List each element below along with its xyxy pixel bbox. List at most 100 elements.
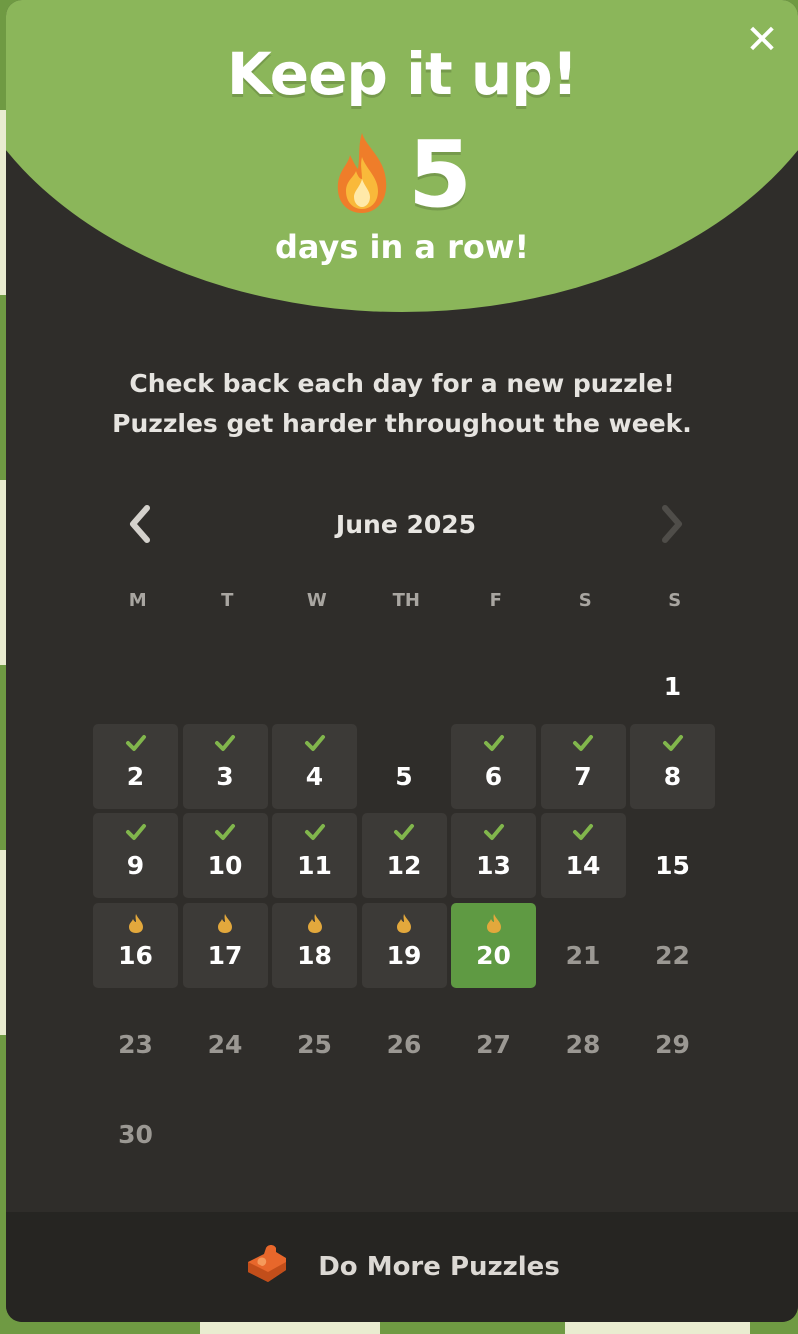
calendar-day-22: 22 [630, 903, 715, 988]
calendar-day-23: 23 [93, 992, 178, 1077]
day-number: 14 [565, 851, 601, 880]
day-number: 24 [207, 1030, 243, 1059]
checkmark-icon [272, 823, 357, 843]
day-number: 6 [484, 761, 503, 791]
day-number: 10 [207, 851, 243, 880]
calendar-day-11[interactable]: 11 [272, 813, 357, 898]
calendar-day-2[interactable]: 2 [93, 723, 178, 809]
flame-icon [451, 913, 536, 933]
checkmark-icon [630, 734, 715, 754]
day-number: 3 [216, 761, 234, 791]
day-number: 4 [305, 761, 324, 791]
calendar-day-4[interactable]: 4 [272, 723, 357, 809]
checkmark-icon [541, 823, 626, 843]
day-number: 21 [565, 940, 601, 970]
calendar-day-13[interactable]: 13 [451, 813, 536, 898]
weekday-label: F [489, 590, 502, 611]
calendar-day-3[interactable]: 3 [182, 723, 268, 809]
background-square [565, 1320, 750, 1334]
calendar-day-12[interactable]: 12 [361, 813, 447, 898]
day-number: 11 [297, 851, 332, 880]
checkmark-icon [272, 734, 357, 754]
day-number: 15 [655, 851, 690, 880]
day-number: 7 [574, 761, 592, 791]
flame-icon [93, 913, 178, 933]
day-number: 27 [476, 1030, 511, 1059]
puzzle-piece-icon [244, 1244, 290, 1290]
calendar-day-17[interactable]: 17 [182, 902, 268, 988]
day-number: 28 [565, 1030, 601, 1059]
intro-line: Puzzles get harder throughout the week. [112, 409, 692, 438]
day-number: 1 [663, 672, 682, 701]
day-number: 13 [476, 851, 511, 880]
checkmark-icon [93, 823, 178, 843]
month-title: June 2025 [335, 509, 477, 539]
calendar-day-27: 27 [451, 992, 536, 1077]
flame-icon [183, 913, 268, 933]
day-number: 23 [118, 1030, 153, 1059]
day-number: 25 [297, 1030, 332, 1059]
weekday-label: S [578, 590, 592, 611]
weekday-label: S [668, 590, 682, 611]
checkmark-icon [451, 734, 536, 754]
day-number: 2 [126, 761, 145, 791]
background-square [200, 1320, 380, 1334]
streak-modal: ✕ Keep it up! 5 days in a row! Check bac… [6, 0, 798, 1322]
calendar-day-16[interactable]: 16 [93, 902, 178, 988]
do-more-puzzles-button[interactable]: Do More Puzzles [6, 1212, 798, 1322]
prev-month-button[interactable] [116, 500, 164, 548]
calendar-day-25: 25 [272, 992, 357, 1077]
weekday-label: TH [392, 590, 420, 611]
modal-title: Keep it up! [226, 40, 578, 108]
background-square [380, 1320, 565, 1334]
flame-icon [272, 913, 357, 933]
calendar-day-18[interactable]: 18 [272, 902, 357, 988]
calendar-day-8[interactable]: 8 [630, 723, 715, 809]
calendar-day-6[interactable]: 6 [451, 723, 536, 809]
chevron-left-icon [130, 505, 150, 543]
day-number: 17 [207, 940, 243, 970]
streak-label: days in a row! [274, 228, 530, 266]
calendar-day-15[interactable]: 15 [630, 813, 715, 898]
streak-display: 5 [6, 121, 798, 228]
next-month-button[interactable] [648, 500, 696, 548]
calendar-header: June 2025 [116, 500, 696, 548]
background-square [0, 1320, 200, 1334]
calendar-day-19[interactable]: 19 [361, 902, 447, 988]
day-number: 18 [297, 940, 332, 970]
weekday-header: M T W TH F S S [93, 590, 723, 611]
checkmark-icon [93, 734, 178, 754]
day-number: 12 [386, 851, 422, 880]
checkmark-icon [183, 823, 268, 843]
checkmark-icon [451, 823, 536, 843]
calendar-day-30: 30 [93, 1082, 178, 1167]
chevron-right-icon [661, 505, 682, 543]
intro-line: Check back each day for a new puzzle! [129, 369, 675, 398]
calendar-day-14[interactable]: 14 [540, 813, 626, 898]
calendar-day-1[interactable]: 1 [630, 634, 715, 719]
day-number: 26 [386, 1030, 422, 1059]
calendar-day-29: 29 [630, 992, 715, 1077]
checkmark-icon [183, 734, 268, 754]
checkmark-icon [362, 823, 447, 843]
day-number: 19 [386, 940, 422, 970]
calendar-day-28: 28 [541, 992, 626, 1077]
background-square [750, 1320, 798, 1334]
calendar-day-10[interactable]: 10 [182, 813, 268, 898]
weekday-label: T [221, 590, 234, 611]
day-number: 22 [655, 940, 690, 970]
streak-count: 5 [407, 121, 472, 228]
calendar-day-26: 26 [362, 992, 447, 1077]
checkmark-icon [541, 734, 626, 754]
flame-icon [362, 913, 447, 933]
flame-icon [332, 131, 392, 219]
calendar-day-20[interactable]: 20 [451, 902, 536, 988]
day-number: 16 [118, 940, 153, 970]
calendar-day-5[interactable]: 5 [362, 724, 447, 809]
calendar-day-7[interactable]: 7 [540, 723, 626, 809]
calendar-day-9[interactable]: 9 [93, 813, 178, 898]
calendar-day-21: 21 [541, 903, 626, 988]
intro-text: Check back each day for a new puzzle! Pu… [6, 364, 798, 444]
day-number: 29 [655, 1030, 690, 1059]
calendar-day-24: 24 [183, 992, 268, 1077]
